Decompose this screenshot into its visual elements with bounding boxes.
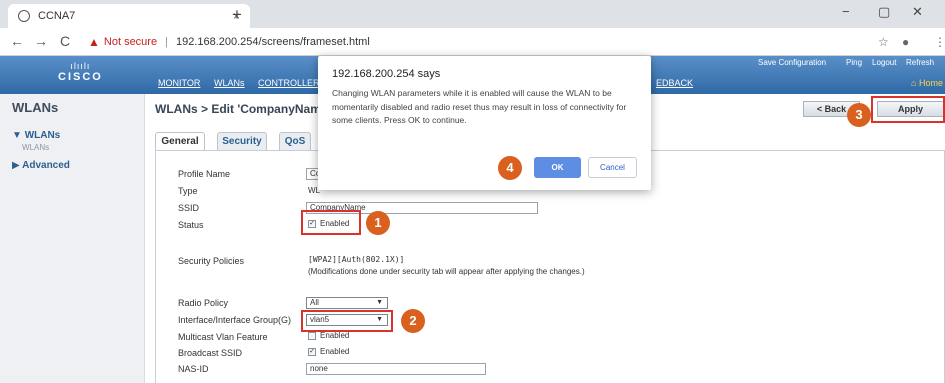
url-separator: | xyxy=(165,36,168,48)
security-policies-note: (Modifications done under security tab w… xyxy=(308,267,585,276)
unchecked-box-icon xyxy=(308,331,316,340)
url-field[interactable]: ▲ Not secure | 192.168.200.254/screens/f… xyxy=(88,32,878,52)
apply-highlight-box xyxy=(871,96,945,123)
maximize-button[interactable]: ▢ xyxy=(878,4,890,20)
checkmark-icon: ✓ xyxy=(308,347,316,356)
new-tab-button[interactable]: + xyxy=(232,5,242,25)
ping-link[interactable]: Ping xyxy=(846,58,862,67)
globe-icon xyxy=(18,10,30,22)
collapse-arrow-icon: ▶ xyxy=(12,160,20,171)
warning-icon: ▲ xyxy=(88,35,100,49)
home-label: Home xyxy=(918,78,943,88)
account-icon[interactable]: ● xyxy=(902,35,909,49)
cisco-logo: ılıılı CISCO xyxy=(58,61,103,83)
dialog-title: 192.168.200.254 says xyxy=(332,68,441,80)
dialog-message: Changing WLAN parameters while it is ena… xyxy=(332,88,627,125)
status-highlight-box xyxy=(301,210,361,235)
broadcast-enabled-label: Enabled xyxy=(320,347,350,356)
step-badge-2: 2 xyxy=(401,309,425,333)
tab-title: CCNA7 xyxy=(38,10,76,22)
nav-monitor[interactable]: MONITOR xyxy=(158,78,200,88)
address-bar: ← → C ▲ Not secure | 192.168.200.254/scr… xyxy=(0,28,945,56)
bookmark-star-icon[interactable]: ☆ xyxy=(878,35,889,49)
cisco-logo-word: CISCO xyxy=(58,71,103,83)
page-title: WLANs > Edit 'CompanyNam xyxy=(155,102,321,116)
step-badge-3: 3 xyxy=(847,103,871,127)
radio-policy-label: Radio Policy xyxy=(178,298,229,308)
multicast-enabled-label: Enabled xyxy=(320,331,350,340)
sidebar-item-label: WLANs xyxy=(24,130,61,141)
profile-name-label: Profile Name xyxy=(178,169,231,179)
interface-highlight-box xyxy=(301,310,393,332)
cisco-logo-bars: ılıılı xyxy=(70,61,91,71)
step-badge-4: 4 xyxy=(498,156,522,180)
broadcast-ssid-label: Broadcast SSID xyxy=(178,348,243,358)
radio-policy-value: All xyxy=(310,298,319,307)
sidebar: WLANs ▼ WLANs WLANs ▶ Advanced xyxy=(0,94,145,383)
security-policies-value: [WPA2][Auth(802.1X)] xyxy=(308,255,405,264)
status-label: Status xyxy=(178,220,204,230)
save-configuration-link[interactable]: Save Configuration xyxy=(758,58,826,67)
nav-controller[interactable]: CONTROLLER xyxy=(258,78,320,88)
reload-icon[interactable]: C xyxy=(60,33,70,49)
ok-button[interactable]: OK xyxy=(534,157,581,178)
broadcast-ssid-checkbox[interactable]: ✓ Enabled xyxy=(308,347,349,356)
multicast-enabled-checkbox[interactable]: Enabled xyxy=(308,331,349,340)
sidebar-item-advanced[interactable]: ▶ Advanced xyxy=(12,160,70,171)
expand-arrow-icon: ▼ xyxy=(12,130,22,141)
tab-security[interactable]: Security xyxy=(217,132,267,150)
security-policies-label: Security Policies xyxy=(178,256,245,266)
radio-policy-select[interactable]: All ▼ xyxy=(306,297,388,309)
logout-link[interactable]: Logout xyxy=(872,58,896,67)
nas-id-field[interactable]: none xyxy=(306,363,486,375)
step-badge-1: 1 xyxy=(366,211,390,235)
back-arrow-icon[interactable]: ← xyxy=(10,33,24,49)
interface-label: Interface/Interface Group(G) xyxy=(178,315,292,325)
browser-menu-icon[interactable]: ⋮ xyxy=(934,35,945,49)
type-label: Type xyxy=(178,186,198,196)
sidebar-item-label: Advanced xyxy=(22,160,70,171)
sidebar-subitem-wlans[interactable]: WLANs xyxy=(22,143,49,152)
home-link[interactable]: ⌂ Home xyxy=(911,78,943,88)
multicast-label: Multicast Vlan Feature xyxy=(178,332,268,342)
nas-id-label: NAS-ID xyxy=(178,364,209,374)
dropdown-arrow-icon: ▼ xyxy=(376,299,383,306)
browser-tab-strip: CCNA7 × + − ▢ ✕ xyxy=(0,0,945,28)
refresh-link[interactable]: Refresh xyxy=(906,58,934,67)
confirm-dialog: 192.168.200.254 says Changing WLAN param… xyxy=(318,56,651,190)
ssid-label: SSID xyxy=(178,203,200,213)
forward-arrow-icon[interactable]: → xyxy=(34,33,48,49)
sidebar-title: WLANs xyxy=(12,100,59,115)
close-window-button[interactable]: ✕ xyxy=(912,4,923,20)
tab-qos[interactable]: QoS xyxy=(279,132,311,150)
nav-wlans[interactable]: WLANs xyxy=(214,78,245,88)
not-secure-label: Not secure xyxy=(103,36,158,48)
nav-feedback[interactable]: EDBACK xyxy=(656,78,693,88)
sidebar-item-wlans[interactable]: ▼ WLANs xyxy=(12,130,60,141)
url-text: 192.168.200.254/screens/frameset.html xyxy=(175,36,370,48)
tab-general[interactable]: General xyxy=(155,132,205,150)
home-icon: ⌂ xyxy=(911,78,919,88)
minimize-button[interactable]: − xyxy=(842,4,850,19)
browser-tab[interactable]: CCNA7 × xyxy=(8,4,250,28)
cancel-button[interactable]: Cancel xyxy=(588,157,637,178)
